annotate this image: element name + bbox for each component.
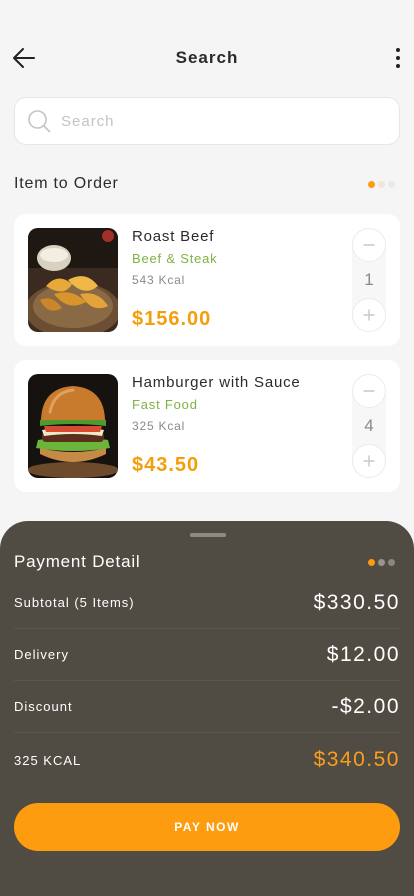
minus-icon	[363, 390, 375, 392]
page-indicator	[368, 559, 395, 566]
payment-title: Payment Detail	[14, 552, 141, 571]
quantity-stepper: 4	[352, 374, 386, 478]
search-icon	[28, 110, 51, 133]
item-name: Hamburger with Sauce	[132, 374, 301, 391]
payment-sheet: Payment Detail Subtotal (5 Items) $330.5…	[0, 521, 414, 896]
indicator-dot	[378, 559, 385, 566]
sheet-drag-handle[interactable]	[190, 533, 226, 537]
item-price: $156.00	[132, 308, 212, 330]
more-vertical-icon	[396, 48, 400, 52]
page-indicator	[368, 181, 395, 188]
app-header: Search	[0, 0, 414, 96]
increase-quantity-button[interactable]	[352, 298, 386, 332]
order-item-card: Roast Beef Beef & Steak 543 Kcal $156.00…	[14, 214, 400, 346]
search-bar[interactable]	[14, 97, 400, 145]
row-value: -$2.00	[331, 694, 400, 718]
total-row: 325 KCAL $340.50	[14, 734, 400, 786]
decrease-quantity-button[interactable]	[352, 228, 386, 262]
minus-icon	[363, 244, 375, 246]
total-value: $340.50	[313, 748, 400, 771]
row-label: Discount	[14, 699, 73, 714]
page-title: Search	[175, 48, 239, 67]
item-name: Roast Beef	[132, 228, 215, 245]
delivery-row: Delivery $12.00	[14, 629, 400, 681]
indicator-dot	[388, 181, 395, 188]
item-category: Beef & Steak	[132, 251, 218, 266]
subtotal-row: Subtotal (5 Items) $330.50	[14, 577, 400, 629]
increase-quantity-button[interactable]	[352, 444, 386, 478]
decrease-quantity-button[interactable]	[352, 374, 386, 408]
item-kcal: 543 Kcal	[132, 273, 186, 287]
roast-beef-photo	[28, 228, 118, 332]
row-label: Subtotal (5 Items)	[14, 595, 135, 610]
row-value: $12.00	[326, 642, 400, 666]
item-category: Fast Food	[132, 397, 198, 412]
quantity-value: 1	[364, 270, 374, 289]
section-title: Item to Order	[14, 175, 119, 192]
more-menu-button[interactable]	[392, 45, 404, 71]
search-input[interactable]	[61, 112, 361, 130]
plus-icon	[363, 309, 375, 321]
item-kcal: 325 Kcal	[132, 419, 186, 433]
order-item-card: Hamburger with Sauce Fast Food 325 Kcal …	[14, 360, 400, 492]
item-price: $43.50	[132, 454, 200, 476]
quantity-value: 4	[364, 416, 374, 435]
row-value: $330.50	[313, 590, 400, 614]
indicator-dot-active	[368, 181, 375, 188]
indicator-dot	[378, 181, 385, 188]
pay-now-button[interactable]: PAY NOW	[14, 803, 400, 851]
quantity-stepper: 1	[352, 228, 386, 332]
indicator-dot-active	[368, 559, 375, 566]
plus-icon	[363, 455, 375, 467]
row-label: Delivery	[14, 647, 69, 662]
indicator-dot	[388, 559, 395, 566]
row-label: 325 KCAL	[14, 752, 82, 768]
discount-row: Discount -$2.00	[14, 681, 400, 733]
hamburger-photo	[28, 374, 118, 478]
